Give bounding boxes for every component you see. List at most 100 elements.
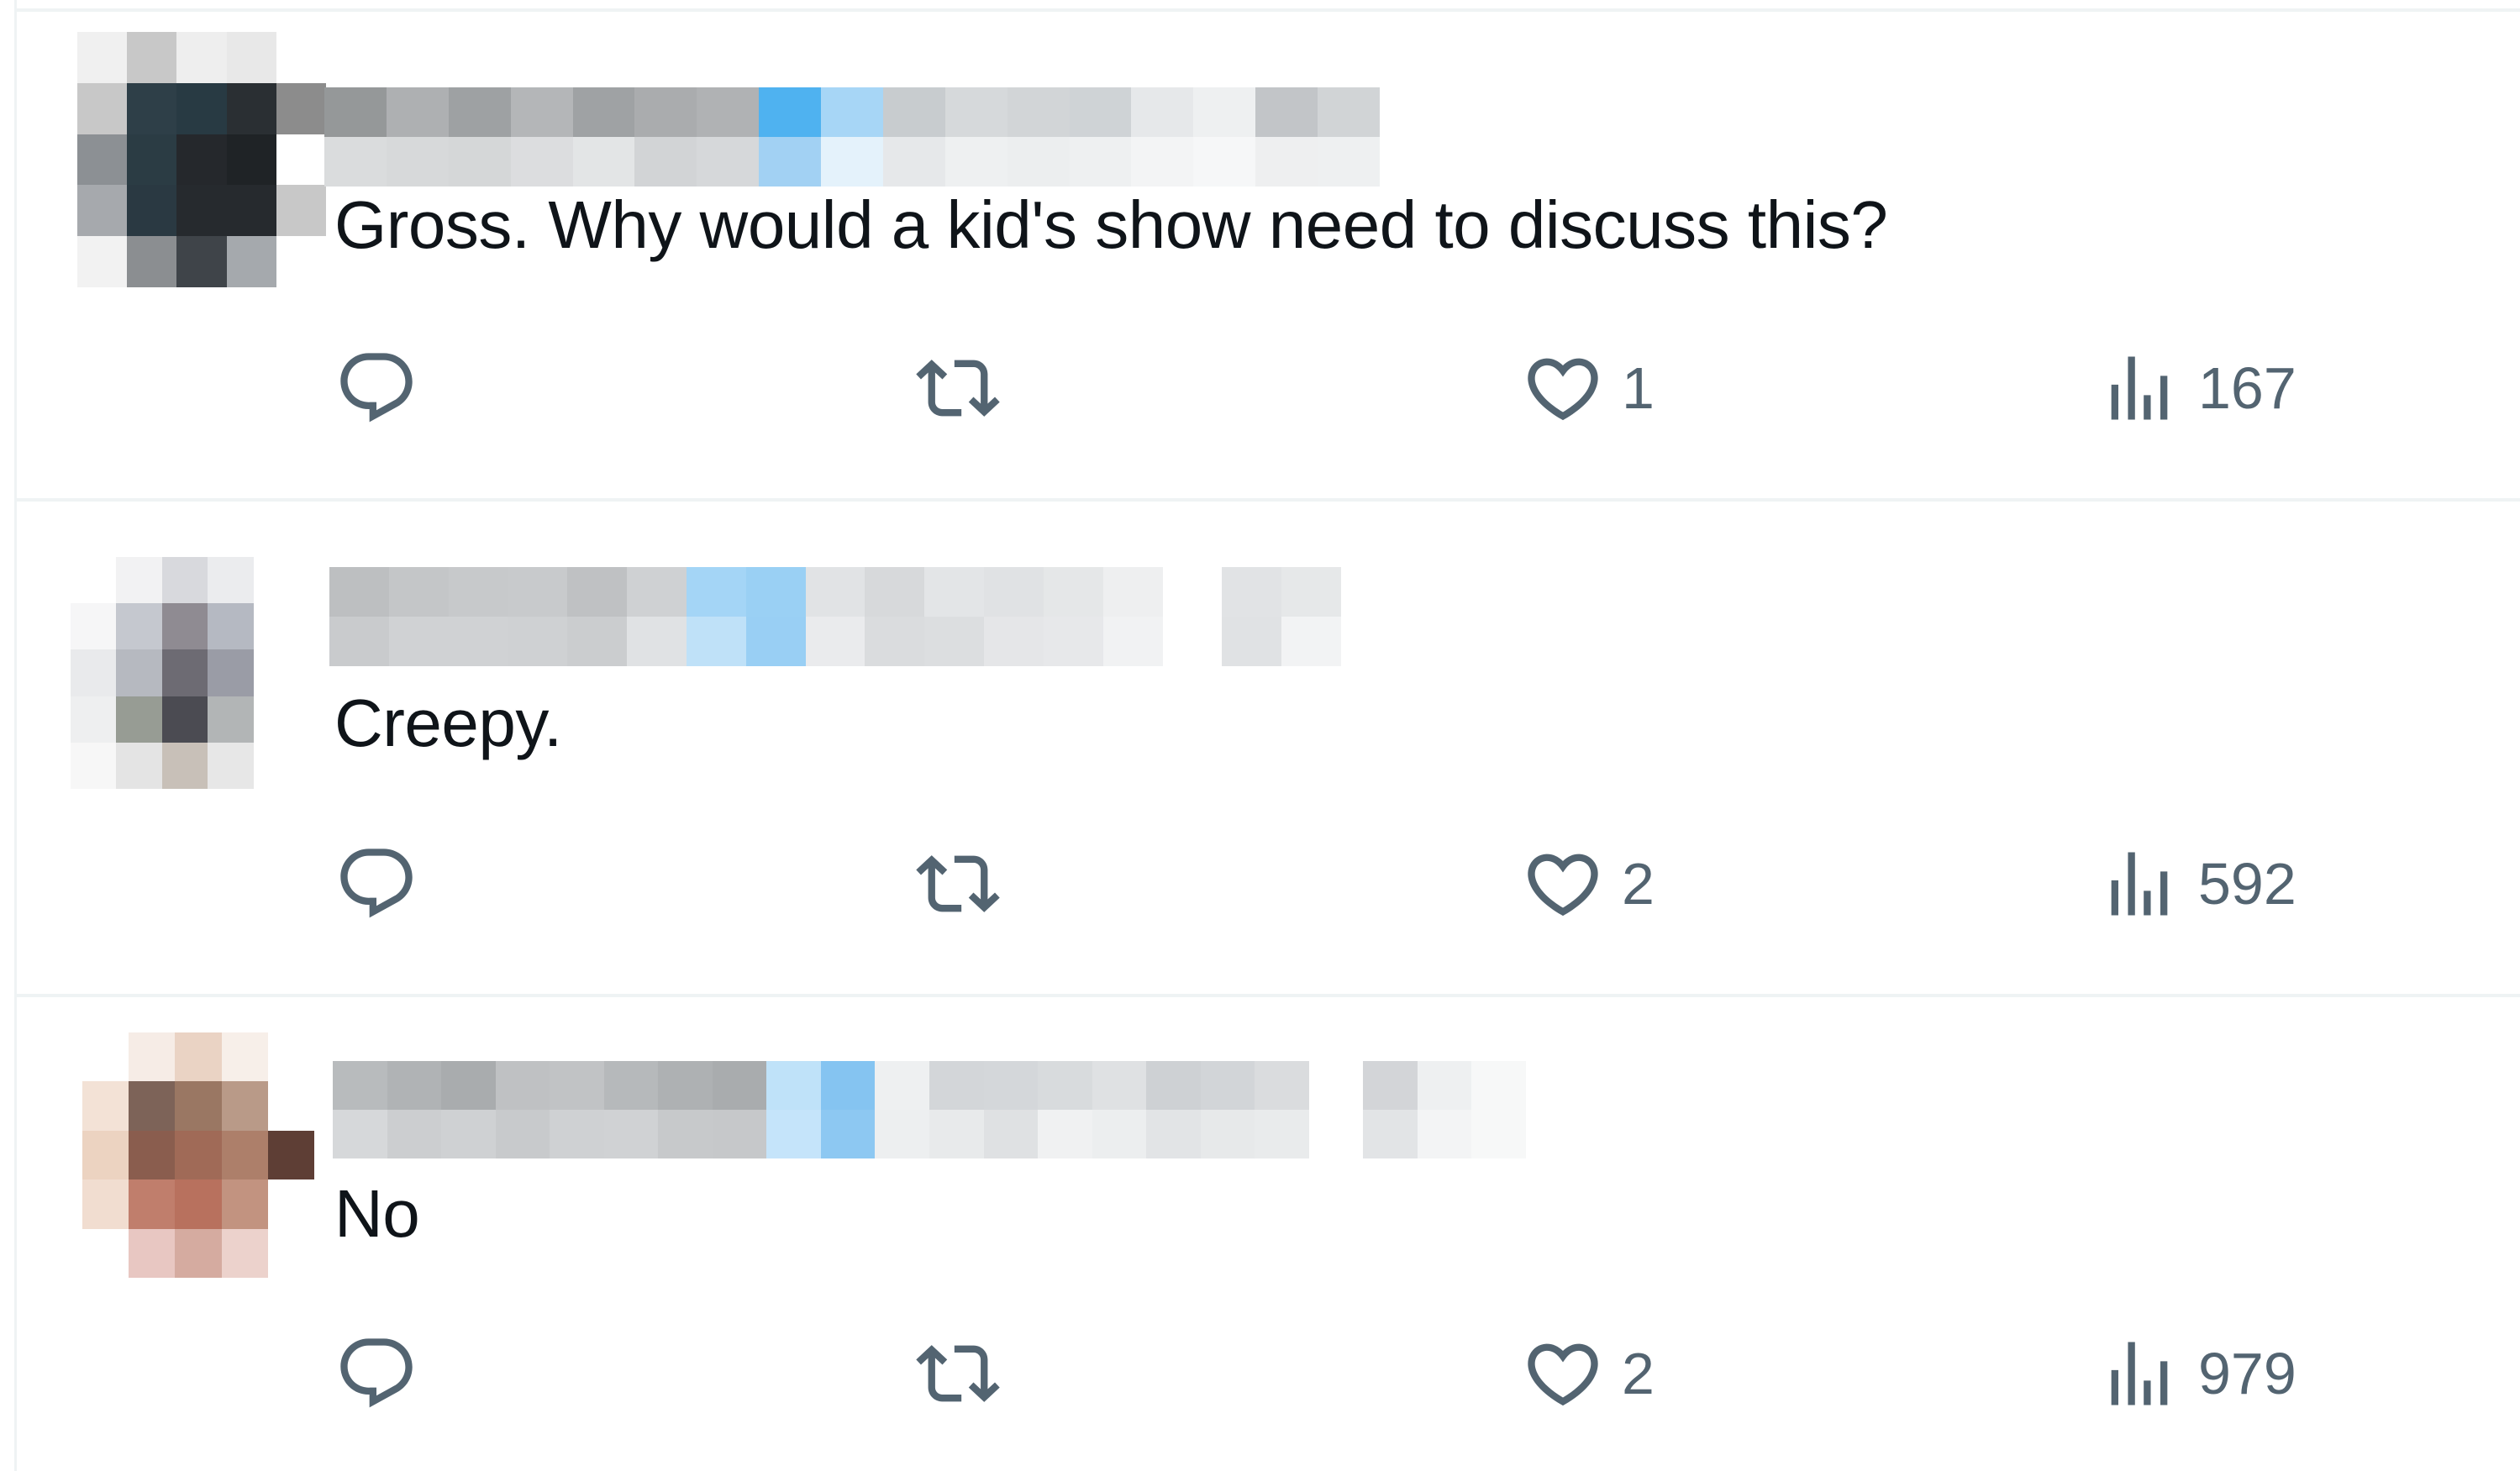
name-pixel xyxy=(944,137,1007,187)
avatar-pixel xyxy=(175,1228,222,1278)
avatar-pixel xyxy=(176,134,227,186)
avatar-pixel xyxy=(176,236,227,287)
avatar-pixel xyxy=(253,603,299,650)
name-pixel xyxy=(603,1061,659,1110)
name-pixel xyxy=(1146,1061,1201,1110)
avatar[interactable] xyxy=(82,1032,314,1278)
user-name-blurred[interactable] xyxy=(333,1061,1527,1158)
name-pixel xyxy=(634,137,697,187)
name-pixel xyxy=(1417,1061,1472,1110)
name-pixel xyxy=(1102,567,1163,617)
avatar-pixel xyxy=(71,603,117,650)
name-pixel xyxy=(448,567,508,617)
reply-text: Creepy. xyxy=(334,686,562,760)
reply-card[interactable]: Creepy. 2 592 xyxy=(17,502,2520,994)
avatar-pixel xyxy=(77,185,128,237)
avatar-pixel xyxy=(127,236,177,287)
retweet-icon xyxy=(916,1332,1000,1416)
avatar-pixel xyxy=(82,1032,129,1082)
name-pixel xyxy=(944,87,1007,137)
retweet-button[interactable] xyxy=(916,346,1017,430)
avatar-pixel xyxy=(226,134,276,186)
avatar-pixel xyxy=(276,185,326,237)
view-count: 592 xyxy=(2198,851,2296,917)
avatar-pixel xyxy=(116,649,162,696)
avatar-pixel xyxy=(116,742,162,789)
avatar-pixel xyxy=(221,1130,268,1180)
name-pixel xyxy=(1255,87,1318,137)
name-pixel xyxy=(1092,1061,1147,1110)
like-button[interactable]: 1 xyxy=(1521,346,1655,430)
name-pixel xyxy=(567,567,628,617)
reply-button[interactable] xyxy=(334,842,435,926)
reply-button[interactable] xyxy=(334,1332,435,1416)
view-count: 979 xyxy=(2198,1341,2296,1406)
name-pixel xyxy=(759,137,821,187)
avatar-pixel xyxy=(221,1179,268,1229)
name-pixel xyxy=(924,617,985,666)
avatar-pixel xyxy=(253,557,299,604)
like-button[interactable]: 2 xyxy=(1521,842,1655,926)
name-pixel xyxy=(820,1061,876,1110)
retweet-button[interactable] xyxy=(916,1332,1017,1416)
name-pixel xyxy=(929,1061,984,1110)
avatar-pixel xyxy=(226,236,276,287)
avatar[interactable] xyxy=(71,557,299,789)
name-pixel xyxy=(1222,567,1282,617)
name-pixel xyxy=(386,87,449,137)
name-pixel xyxy=(634,87,697,137)
avatar-pixel xyxy=(77,32,128,83)
avatar-pixel xyxy=(71,557,117,604)
avatar-pixel xyxy=(116,696,162,743)
name-pixel xyxy=(324,87,387,137)
avatar-pixel xyxy=(161,603,208,650)
retweet-button[interactable] xyxy=(916,842,1017,926)
name-pixel xyxy=(766,1061,821,1110)
name-pixel xyxy=(805,617,865,666)
avatar-pixel xyxy=(161,557,208,604)
name-pixel xyxy=(745,567,806,617)
avatar[interactable] xyxy=(77,32,326,287)
reply-button[interactable] xyxy=(334,346,435,430)
name-pixel xyxy=(1162,567,1223,617)
name-pixel xyxy=(441,1110,496,1158)
name-pixel xyxy=(984,617,1044,666)
name-pixel xyxy=(1281,567,1342,617)
name-pixel xyxy=(1043,567,1103,617)
user-name-blurred[interactable] xyxy=(324,87,1380,187)
name-pixel xyxy=(1318,137,1380,187)
like-button[interactable]: 2 xyxy=(1521,1332,1655,1416)
name-pixel xyxy=(495,1061,550,1110)
reply-card[interactable]: Gross. Why would a kid's show need to di… xyxy=(17,12,2520,498)
avatar-pixel xyxy=(161,742,208,789)
views-button[interactable]: 167 xyxy=(2097,346,2296,430)
name-pixel xyxy=(1193,87,1256,137)
avatar-pixel xyxy=(276,134,326,186)
name-pixel xyxy=(572,87,635,137)
name-pixel xyxy=(550,1110,604,1158)
name-pixel xyxy=(1363,1061,1418,1110)
avatar-pixel xyxy=(127,32,177,83)
name-pixel xyxy=(821,137,883,187)
name-pixel xyxy=(759,87,821,137)
retweet-icon xyxy=(916,346,1000,430)
views-button[interactable]: 979 xyxy=(2097,1332,2296,1416)
views-button[interactable]: 592 xyxy=(2097,842,2296,926)
reply-card[interactable]: No 2 979 xyxy=(17,997,2520,1471)
name-pixel xyxy=(495,1110,550,1158)
name-pixel xyxy=(686,617,746,666)
avatar-pixel xyxy=(208,742,254,789)
name-pixel xyxy=(508,617,568,666)
user-name-blurred[interactable] xyxy=(329,567,1342,666)
name-pixel xyxy=(658,1110,713,1158)
name-pixel xyxy=(567,617,628,666)
avatar-pixel xyxy=(276,32,326,83)
name-pixel xyxy=(929,1110,984,1158)
name-pixel xyxy=(1007,137,1070,187)
like-count: 1 xyxy=(1622,355,1655,421)
avatar-pixel xyxy=(129,1081,176,1131)
reply-icon xyxy=(334,346,418,430)
avatar-pixel xyxy=(226,32,276,83)
reply-text: No xyxy=(334,1176,420,1251)
name-pixel xyxy=(1255,137,1318,187)
